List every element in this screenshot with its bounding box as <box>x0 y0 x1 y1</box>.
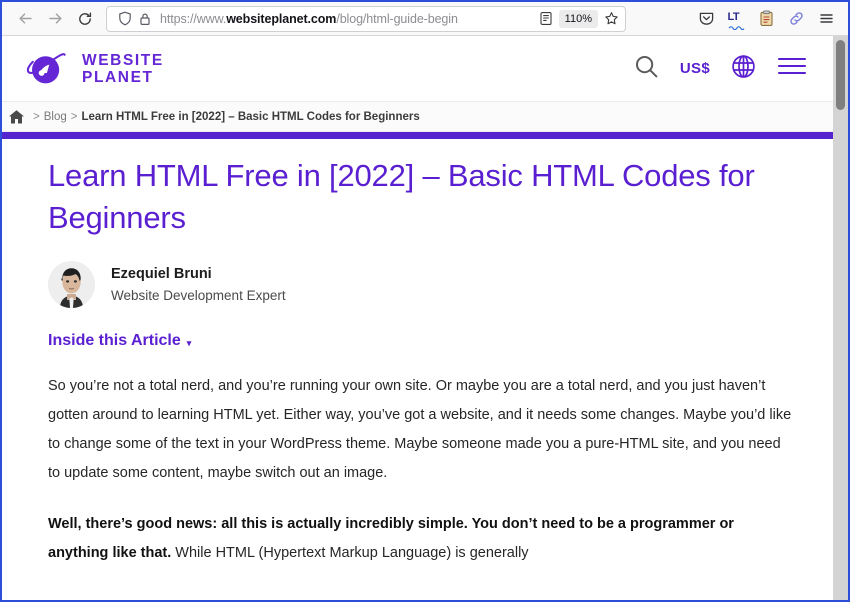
author-name[interactable]: Ezequiel Bruni <box>111 264 286 284</box>
inside-this-article-toggle[interactable]: Inside this Article ▾ <box>48 332 191 350</box>
logo-wordmark: WEBSITE PLANET <box>82 52 164 86</box>
site-menu-icon[interactable] <box>777 55 807 82</box>
reader-view-icon[interactable] <box>536 9 556 29</box>
lock-icon[interactable] <box>135 9 155 29</box>
globe-icon[interactable] <box>730 53 757 85</box>
breadcrumb-item-blog[interactable]: Blog <box>44 111 67 123</box>
breadcrumb-separator-2: > <box>70 110 78 123</box>
toc-label: Inside this Article <box>48 332 181 349</box>
article: Learn HTML Free in [2022] – Basic HTML C… <box>2 139 833 568</box>
zoom-level-badge[interactable]: 110% <box>558 9 598 28</box>
breadcrumb-item-current: Learn HTML Free in [2022] – Basic HTML C… <box>81 110 420 123</box>
breadcrumb-separator-1: > <box>33 110 40 123</box>
web-page-content: WEBSITE PLANET US$ > Blog > Learn HTML F… <box>2 36 833 600</box>
article-paragraph-1: So you’re not a total nerd, and you’re r… <box>48 378 792 481</box>
clipboard-icon[interactable] <box>752 5 780 33</box>
page-viewport: WEBSITE PLANET US$ > Blog > Learn HTML F… <box>2 36 848 600</box>
forward-button[interactable] <box>40 5 70 33</box>
article-paragraph-2: Well, there’s good news: all this is act… <box>48 510 793 568</box>
breadcrumb: > Blog > Learn HTML Free in [2022] – Bas… <box>2 102 833 132</box>
author-info: Ezequiel Bruni Website Development Exper… <box>111 264 286 306</box>
browser-toolbar-extensions: LT <box>692 5 840 33</box>
browser-window: https://www.websiteplanet.com/blog/html-… <box>0 0 850 602</box>
link-icon[interactable] <box>782 5 810 33</box>
scrollbar[interactable] <box>833 36 848 600</box>
author-role: Website Development Expert <box>111 287 286 303</box>
article-paragraph-2-rest: While HTML (Hypertext Markup Language) i… <box>171 545 529 561</box>
currency-selector[interactable]: US$ <box>680 60 710 77</box>
logo-line-2: PLANET <box>82 68 154 86</box>
search-icon[interactable] <box>633 53 660 85</box>
author-byline: Ezequiel Bruni Website Development Exper… <box>48 261 803 308</box>
hamburger-menu-icon[interactable] <box>812 5 840 33</box>
pocket-icon[interactable] <box>692 5 720 33</box>
chevron-down-icon: ▾ <box>186 337 192 348</box>
browser-toolbar: https://www.websiteplanet.com/blog/html-… <box>2 2 848 36</box>
reading-progress-bar <box>2 132 833 139</box>
planet-logo-icon <box>26 52 66 83</box>
languagetool-label: LT <box>727 11 740 23</box>
bookmark-star-icon[interactable] <box>601 9 621 29</box>
scrollbar-thumb[interactable] <box>836 40 845 110</box>
back-button[interactable] <box>10 5 40 33</box>
url-bar[interactable]: https://www.websiteplanet.com/blog/html-… <box>106 5 626 32</box>
site-header: WEBSITE PLANET US$ <box>2 36 833 102</box>
site-logo[interactable]: WEBSITE PLANET <box>24 49 164 89</box>
site-header-actions: US$ <box>633 53 807 85</box>
logo-line-1: WEBSITE <box>82 51 164 69</box>
avatar <box>48 261 95 308</box>
page-title: Learn HTML Free in [2022] – Basic HTML C… <box>48 158 755 235</box>
reload-button[interactable] <box>70 5 100 33</box>
shield-icon[interactable] <box>115 9 135 29</box>
home-icon[interactable] <box>8 109 25 125</box>
url-text[interactable]: https://www.websiteplanet.com/blog/html-… <box>155 7 536 31</box>
languagetool-icon[interactable]: LT <box>722 5 750 33</box>
